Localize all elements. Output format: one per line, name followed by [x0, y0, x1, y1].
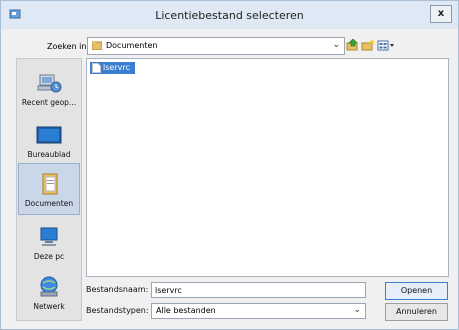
place-label: Netwerk	[33, 302, 65, 311]
place-network[interactable]: Netwerk	[18, 267, 80, 317]
file-dialog: Licentiebestand selecteren x Zoeken in: …	[0, 0, 459, 330]
chevron-down-icon: ⌄	[353, 305, 361, 315]
this-pc-icon	[40, 227, 58, 246]
close-button[interactable]: x	[430, 5, 452, 23]
documents-icon	[42, 173, 58, 195]
look-in-value: Documenten	[106, 41, 158, 50]
place-label: Deze pc	[33, 252, 65, 261]
look-in-dropdown[interactable]: Documenten ⌄	[87, 37, 345, 55]
place-desktop[interactable]: Bureaublad	[18, 115, 80, 165]
file-name: lservrc	[103, 63, 130, 72]
chevron-down-icon: ⌄	[332, 40, 340, 50]
filetype-value: Alle bestanden	[156, 306, 216, 315]
title-bar: Licentiebestand selecteren x	[1, 1, 458, 29]
list-item[interactable]: lservrc	[90, 62, 135, 74]
filetype-label: Bestandstypen:	[86, 306, 149, 315]
new-folder-icon[interactable]	[361, 38, 375, 52]
place-this-pc[interactable]: Deze pc	[18, 217, 80, 267]
window-title: Licentiebestand selecteren	[155, 9, 304, 22]
cancel-button[interactable]: Annuleren	[385, 303, 448, 321]
filetype-dropdown[interactable]: Alle bestanden ⌄	[151, 303, 366, 319]
file-icon	[92, 63, 101, 73]
place-documents[interactable]: Documenten	[18, 163, 80, 215]
look-in-label: Zoeken in:	[47, 42, 90, 51]
recent-places-icon	[37, 74, 62, 93]
folder-icon	[92, 41, 102, 50]
place-label: Bureaublad	[27, 150, 71, 159]
filename-input[interactable]	[152, 283, 365, 297]
places-bar: Recent geop... Bureaublad Documenten Dez…	[16, 58, 82, 321]
up-folder-icon[interactable]	[346, 38, 360, 52]
place-label: Documenten	[24, 199, 74, 208]
open-button[interactable]: Openen	[385, 282, 448, 300]
place-recent[interactable]: Recent geop...	[18, 63, 80, 113]
network-icon	[40, 276, 58, 297]
filename-field[interactable]	[151, 282, 366, 298]
desktop-icon	[36, 126, 62, 144]
place-label: Recent geop...	[21, 98, 77, 107]
file-list[interactable]: lservrc	[86, 58, 449, 277]
filename-label: Bestandsnaam:	[86, 285, 149, 294]
view-menu-icon[interactable]	[377, 38, 395, 52]
